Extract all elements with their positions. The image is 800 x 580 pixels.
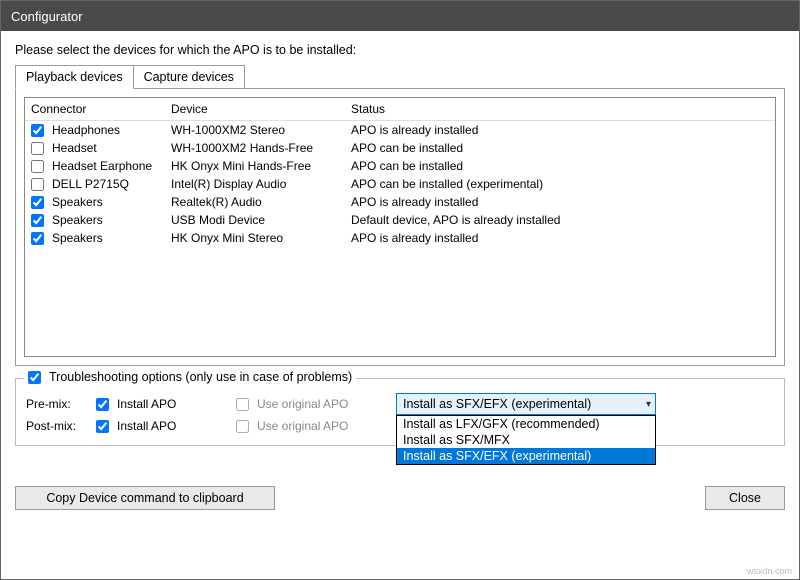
premix-mode-combo-value: Install as SFX/EFX (experimental) [403, 397, 591, 411]
table-row[interactable]: DELL P2715Q Intel(R) Display AudioAPO can… [25, 175, 775, 193]
premix-mode-combo[interactable]: Install as SFX/EFX (experimental) ▾ [396, 393, 656, 415]
table-row[interactable]: Speakers Realtek(R) AudioAPO is already i… [25, 193, 775, 211]
table-row[interactable]: Headset Earphone HK Onyx Mini Hands-FreeA… [25, 157, 775, 175]
device-status: APO is already installed [351, 231, 769, 245]
column-device[interactable]: Device [171, 102, 351, 116]
device-connector: Speakers [52, 213, 103, 227]
table-row[interactable]: Speakers HK Onyx Mini StereoAPO is alread… [25, 229, 775, 247]
premix-use-original-checkbox [236, 398, 249, 411]
watermark: wsxdn.com [747, 566, 792, 576]
device-status: APO can be installed [351, 141, 769, 155]
table-row[interactable]: Headset WH-1000XM2 Hands-FreeAPO can be i… [25, 139, 775, 157]
device-checkbox[interactable] [31, 232, 44, 245]
footer-buttons: Copy Device command to clipboard Close [15, 486, 785, 510]
device-checkbox[interactable] [31, 124, 44, 137]
postmix-use-original-checkbox [236, 420, 249, 433]
window-title: Configurator [11, 9, 83, 24]
postmix-install-apo-checkbox[interactable] [96, 420, 109, 433]
chevron-down-icon: ▾ [646, 399, 651, 410]
dropdown-option-sfxmfx[interactable]: Install as SFX/MFX [397, 432, 655, 448]
device-name: HK Onyx Mini Stereo [171, 231, 351, 245]
device-status: Default device, APO is already installed [351, 213, 769, 227]
dropdown-option-lfxgfx[interactable]: Install as LFX/GFX (recommended) [397, 416, 655, 432]
column-status[interactable]: Status [351, 102, 769, 116]
table-row[interactable]: Headphones WH-1000XM2 StereoAPO is alread… [25, 121, 775, 139]
device-checkbox[interactable] [31, 178, 44, 191]
premix-install-apo-checkbox[interactable] [96, 398, 109, 411]
premix-label: Pre-mix: [26, 397, 96, 411]
postmix-install-apo-label: Install APO [117, 419, 176, 433]
premix-install-apo-label: Install APO [117, 397, 176, 411]
device-checkbox[interactable] [31, 214, 44, 227]
content-area: Please select the devices for which the … [1, 31, 799, 520]
device-connector: DELL P2715Q [52, 177, 129, 191]
troubleshoot-legend: Troubleshooting options (only use in cas… [24, 370, 356, 384]
device-checkbox[interactable] [31, 142, 44, 155]
postmix-use-original-label: Use original APO [257, 419, 348, 433]
device-connector: Headset Earphone [52, 159, 152, 173]
device-list[interactable]: Connector Device Status Headphones WH-100… [24, 97, 776, 357]
premix-mode-dropdown: Install as LFX/GFX (recommended) Install… [396, 415, 656, 465]
tab-playback[interactable]: Playback devices [15, 65, 134, 89]
troubleshoot-group: Troubleshooting options (only use in cas… [15, 378, 785, 446]
device-list-header: Connector Device Status [25, 98, 775, 121]
device-status: APO can be installed (experimental) [351, 177, 769, 191]
device-checkbox[interactable] [31, 160, 44, 173]
device-name: HK Onyx Mini Hands-Free [171, 159, 351, 173]
device-connector: Speakers [52, 195, 103, 209]
premix-row: Pre-mix: Install APO Use original APO In… [26, 393, 774, 415]
column-connector[interactable]: Connector [31, 102, 171, 116]
device-status: APO is already installed [351, 123, 769, 137]
close-button[interactable]: Close [705, 486, 785, 510]
device-connector: Speakers [52, 231, 103, 245]
table-row[interactable]: Speakers USB Modi DeviceDefault device, A… [25, 211, 775, 229]
copy-command-button[interactable]: Copy Device command to clipboard [15, 486, 275, 510]
postmix-label: Post-mix: [26, 419, 96, 433]
device-name: Intel(R) Display Audio [171, 177, 351, 191]
device-name: Realtek(R) Audio [171, 195, 351, 209]
troubleshoot-legend-text: Troubleshooting options (only use in cas… [49, 370, 352, 384]
dropdown-option-sfxefx[interactable]: Install as SFX/EFX (experimental) [397, 448, 655, 464]
troubleshoot-checkbox[interactable] [28, 371, 41, 384]
tab-panel-playback: Connector Device Status Headphones WH-100… [15, 88, 785, 366]
device-connector: Headset [52, 141, 97, 155]
device-status: APO can be installed [351, 159, 769, 173]
device-checkbox[interactable] [31, 196, 44, 209]
instruction-text: Please select the devices for which the … [15, 43, 785, 57]
premix-use-original-label: Use original APO [257, 397, 348, 411]
device-status: APO is already installed [351, 195, 769, 209]
tab-capture[interactable]: Capture devices [133, 65, 245, 89]
device-name: WH-1000XM2 Stereo [171, 123, 351, 137]
window-titlebar: Configurator [1, 1, 799, 31]
device-name: USB Modi Device [171, 213, 351, 227]
device-name: WH-1000XM2 Hands-Free [171, 141, 351, 155]
device-connector: Headphones [52, 123, 120, 137]
tab-strip: Playback devices Capture devices [15, 65, 785, 89]
